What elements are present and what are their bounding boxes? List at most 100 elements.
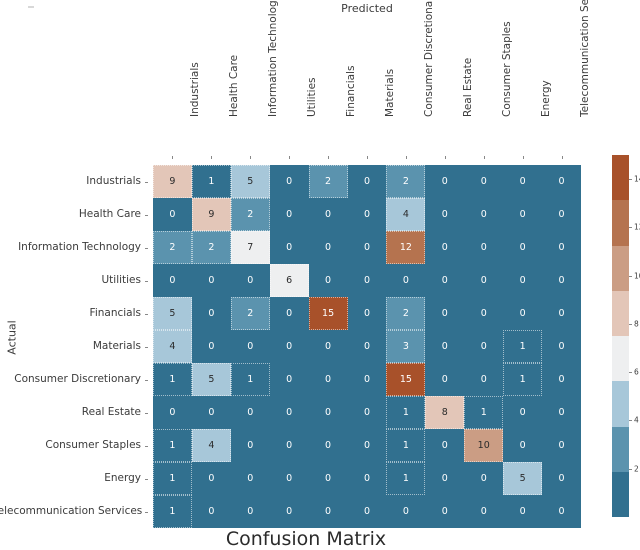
cell-value: 0 <box>480 209 487 220</box>
colorbar-ticks: 2 4 6 8 10 12 14 <box>629 155 640 517</box>
cell-value: 0 <box>208 473 215 484</box>
cell-value: 1 <box>402 473 409 484</box>
y-tick-label: Financials <box>89 307 141 319</box>
x-tick-mark <box>522 156 524 159</box>
heatmap-grid: 9 1 5 0 2 0 2 0 0 0 0 0 9 2 0 0 0 4 0 0 0 0 2 2 7 0 0 0 12 0 0 0 0 0 0 0 6 0 0… <box>153 165 581 528</box>
cell-value: 0 <box>208 506 215 517</box>
x-tick-label: Energy <box>539 80 552 118</box>
heatmap-cell: 0 <box>464 198 504 231</box>
cell-value: 15 <box>399 374 412 385</box>
heatmap-cell: 0 <box>308 330 348 363</box>
heatmap-cell: 0 <box>425 462 465 495</box>
heatmap-cell: 0 <box>347 429 387 462</box>
cell-value: 0 <box>247 407 254 418</box>
heatmap-cell: 0 <box>347 396 387 429</box>
cell-value: 0 <box>363 176 371 187</box>
cell-value: 8 <box>441 407 448 418</box>
cell-value: 0 <box>519 275 526 286</box>
heatmap-cell: 0 <box>503 297 543 330</box>
heatmap-cell: 0 <box>230 264 270 297</box>
heatmap-cell: 0 <box>425 198 465 231</box>
cell-value: 0 <box>363 473 371 484</box>
heatmap-cell: 1 <box>153 363 192 396</box>
cell-value: 0 <box>480 341 487 352</box>
heatmap-cell: 0 <box>425 297 465 330</box>
heatmap-cell: 0 <box>425 231 465 264</box>
y-tick-mark <box>145 478 148 480</box>
heatmap-cell: 0 <box>542 495 581 528</box>
cell-value: 0 <box>441 440 448 451</box>
heatmap-cell: 0 <box>269 330 309 363</box>
heatmap-cell: 0 <box>464 231 504 264</box>
x-tick-label: Real Estate <box>461 57 474 118</box>
heatmap-cell: 0 <box>347 363 387 396</box>
cell-value: 1 <box>169 473 176 484</box>
heatmap-cell: 10 <box>464 429 504 462</box>
heatmap-cell: 0 <box>464 165 504 198</box>
heatmap-cell: 7 <box>230 231 270 264</box>
cell-value: 0 <box>363 407 371 418</box>
cell-value: 0 <box>286 440 293 451</box>
heatmap-cell: 0 <box>308 462 348 495</box>
cell-value: 10 <box>477 440 490 451</box>
heatmap-cell: 0 <box>425 165 465 198</box>
heatmap-cell: 0 <box>503 495 543 528</box>
y-tick-label: Health Care <box>78 208 141 220</box>
x-tick-label: Information Technology <box>267 0 280 118</box>
cell-value: 0 <box>325 506 332 517</box>
colorbar-tick-mark <box>629 227 632 229</box>
heatmap-cell: 0 <box>308 264 348 297</box>
heatmap-cell: 6 <box>269 264 309 297</box>
heatmap-cell: 0 <box>464 297 504 330</box>
heatmap-cell: 0 <box>347 231 387 264</box>
cell-value: 0 <box>519 440 526 451</box>
heatmap-cell: 4 <box>386 198 426 231</box>
heatmap-cell: 1 <box>503 330 543 363</box>
heatmap-cell: 0 <box>503 264 543 297</box>
cell-value: 0 <box>558 275 565 286</box>
cell-value: 2 <box>208 242 215 253</box>
colorbar-tick-mark <box>629 275 632 277</box>
colorbar-tick-label: 14 <box>634 174 640 184</box>
cell-value: 0 <box>286 473 293 484</box>
y-tick-label: Industrials <box>86 175 141 187</box>
cell-value: 0 <box>286 308 293 319</box>
heatmap-cell: 1 <box>386 429 426 462</box>
stray-mark <box>28 6 34 8</box>
y-tick-label: Materials <box>92 340 141 352</box>
cell-value: 1 <box>519 341 526 352</box>
heatmap-cell: 3 <box>386 330 426 363</box>
y-tick-label: Telecommunication Services <box>0 505 143 517</box>
heatmap-cell: 12 <box>386 231 426 264</box>
heatmap-cell: 0 <box>153 396 192 429</box>
heatmap-cell: 0 <box>269 495 309 528</box>
colorbar-gradient <box>612 155 629 517</box>
heatmap-cell: 0 <box>308 429 348 462</box>
cell-value: 0 <box>441 308 448 319</box>
y-tick-mark <box>145 181 148 183</box>
heatmap-cell: 0 <box>464 363 504 396</box>
colorbar-tick-label: 10 <box>634 271 640 281</box>
cell-value: 0 <box>480 275 487 286</box>
heatmap-cell: 0 <box>230 396 270 429</box>
heatmap-cell: 0 <box>230 429 270 462</box>
colorbar-segment <box>612 200 629 246</box>
heatmap-cell: 9 <box>153 165 192 198</box>
cell-value: 0 <box>519 407 526 418</box>
x-tick-mark <box>405 156 407 159</box>
y-tick-label: Consumer Staples <box>45 439 141 451</box>
cell-value: 5 <box>519 473 526 484</box>
cell-value: 5 <box>247 176 254 187</box>
heatmap-cell: 0 <box>425 330 465 363</box>
heatmap-cell: 0 <box>269 363 309 396</box>
cell-value: 0 <box>441 473 448 484</box>
cell-value: 4 <box>169 341 176 352</box>
cell-value: 0 <box>519 242 526 253</box>
cell-value: 0 <box>286 374 293 385</box>
heatmap-cell: 0 <box>464 495 504 528</box>
heatmap-cell: 2 <box>386 165 426 198</box>
cell-value: 1 <box>169 440 176 451</box>
colorbar-tick-mark <box>629 179 632 181</box>
cell-value: 0 <box>363 275 371 286</box>
cell-value: 0 <box>325 473 332 484</box>
